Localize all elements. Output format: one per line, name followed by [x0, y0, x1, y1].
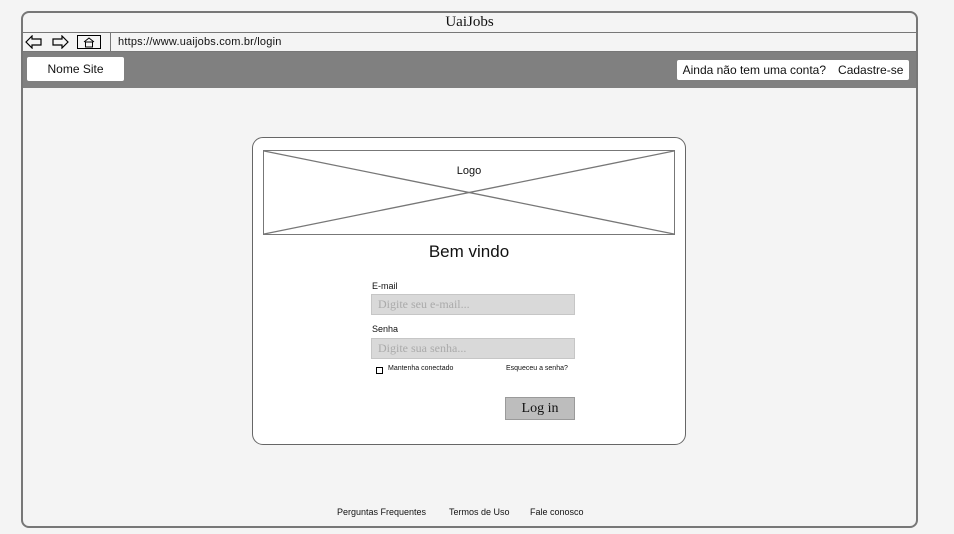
- email-label: E-mail: [372, 281, 398, 291]
- address-bar: https://www.uaijobs.com.br/login: [23, 33, 916, 52]
- signup-prompt: Ainda não tem uma conta?: [682, 63, 827, 77]
- browser-window: UaiJobs https://www.uaijobs.com.br/login…: [21, 11, 918, 528]
- forgot-password-link[interactable]: Esqueceu a senha?: [506, 365, 568, 372]
- logo-label: Logo: [456, 165, 482, 177]
- address-separator: [110, 33, 111, 51]
- footer-link-faq[interactable]: Perguntas Frequentes: [337, 507, 426, 517]
- forward-arrow-icon[interactable]: [51, 34, 69, 50]
- logo-placeholder: Logo: [263, 150, 675, 235]
- image-placeholder-icon: [264, 151, 674, 234]
- site-name-button[interactable]: Nome Site: [27, 57, 124, 81]
- remember-checkbox[interactable]: [376, 367, 383, 374]
- footer-link-contact[interactable]: Fale conosco: [530, 507, 584, 517]
- welcome-heading: Bem vindo: [428, 242, 510, 261]
- top-navbar: Nome Site Ainda não tem uma conta? Cadas…: [23, 52, 916, 88]
- signup-box: Ainda não tem uma conta? Cadastre-se: [677, 60, 909, 80]
- window-title: UaiJobs: [23, 13, 916, 33]
- password-label: Senha: [372, 324, 399, 334]
- login-button[interactable]: Log in: [505, 397, 575, 420]
- login-card: Logo Bem vindo E-mail Digite seu e-mail.…: [252, 137, 686, 445]
- home-icon[interactable]: [77, 34, 101, 50]
- footer-link-terms[interactable]: Termos de Uso: [449, 507, 510, 517]
- back-arrow-icon[interactable]: [25, 34, 43, 50]
- url-field[interactable]: https://www.uaijobs.com.br/login: [118, 33, 282, 51]
- remember-label: Mantenha conectado: [388, 365, 454, 372]
- email-field[interactable]: Digite seu e-mail...: [371, 294, 575, 315]
- signup-link[interactable]: Cadastre-se: [838, 63, 903, 77]
- password-field[interactable]: Digite sua senha...: [371, 338, 575, 359]
